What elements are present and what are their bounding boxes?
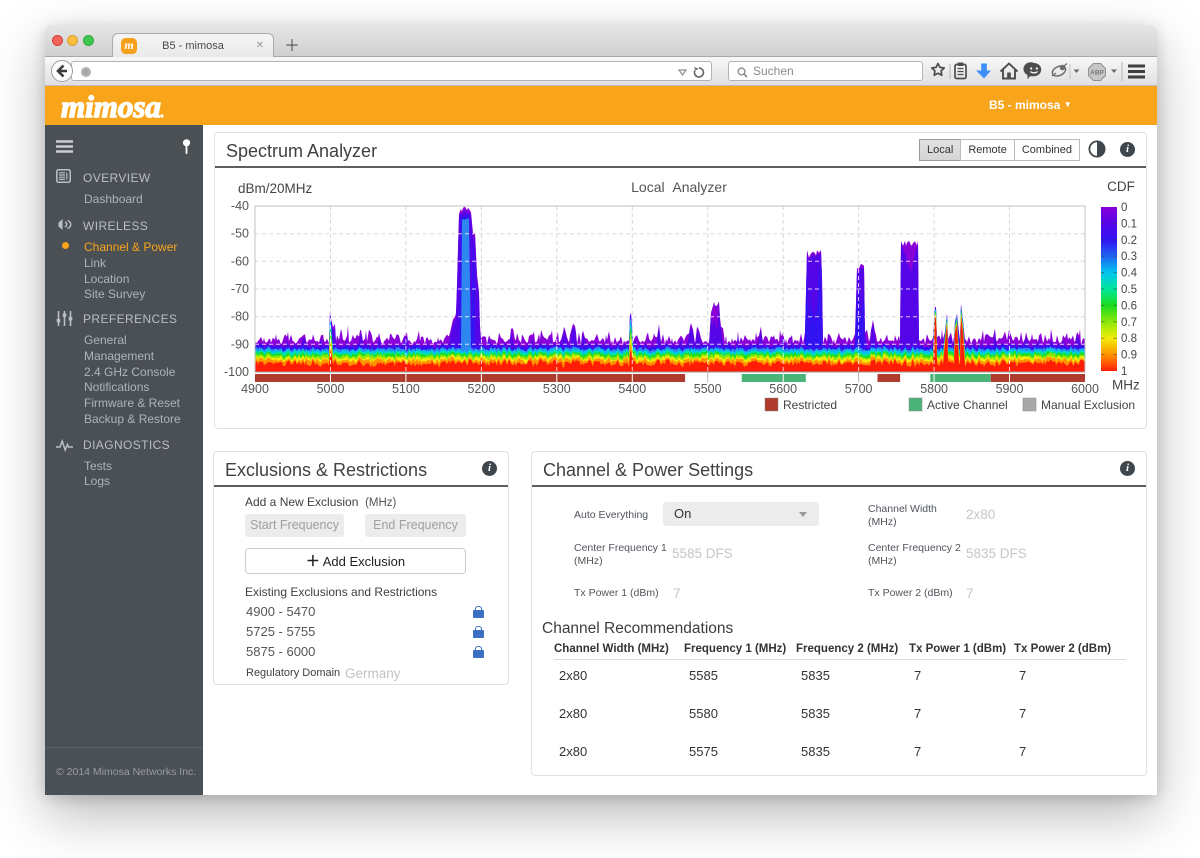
svg-text:-50: -50 [231,227,249,241]
svg-text:5200: 5200 [467,382,495,396]
svg-text:Manual Exclusion: Manual Exclusion [1041,398,1135,412]
svg-text:5600: 5600 [769,382,797,396]
svg-text:0.6: 0.6 [1121,300,1137,312]
svg-text:5800: 5800 [920,382,948,396]
svg-text:5100: 5100 [392,382,420,396]
svg-text:0.2: 0.2 [1121,235,1137,247]
svg-text:5400: 5400 [618,382,646,396]
svg-text:1: 1 [1121,366,1127,378]
svg-text:0.4: 0.4 [1121,268,1138,280]
svg-text:CDF: CDF [1107,179,1135,194]
svg-text:0.9: 0.9 [1121,350,1137,362]
svg-text:0.8: 0.8 [1121,333,1137,345]
svg-text:5900: 5900 [996,382,1024,396]
svg-text:6000: 6000 [1071,382,1099,396]
svg-text:-70: -70 [231,282,249,296]
svg-text:0.1: 0.1 [1121,218,1137,230]
svg-text:4900: 4900 [241,382,269,396]
svg-text:Restricted: Restricted [783,398,837,412]
svg-text:-80: -80 [231,310,249,324]
svg-text:5300: 5300 [543,382,571,396]
svg-text:-90: -90 [231,337,249,351]
svg-text:ABP: ABP [1090,70,1104,77]
svg-text:MHz: MHz [1112,378,1140,393]
svg-text:5500: 5500 [694,382,722,396]
svg-text:5700: 5700 [845,382,873,396]
svg-text:-60: -60 [231,254,249,268]
svg-text:Local Analyzer: Local Analyzer [631,179,727,195]
svg-text:0: 0 [1121,202,1127,214]
svg-text:0.5: 0.5 [1121,284,1137,296]
svg-text:5000: 5000 [317,382,345,396]
svg-text:dBm/20MHz: dBm/20MHz [238,181,313,196]
svg-text:0.3: 0.3 [1121,251,1137,263]
svg-text:0.7: 0.7 [1121,317,1137,329]
svg-text:-100: -100 [224,365,249,379]
svg-text:Active Channel: Active Channel [927,398,1008,412]
svg-text:-40: -40 [231,199,249,213]
